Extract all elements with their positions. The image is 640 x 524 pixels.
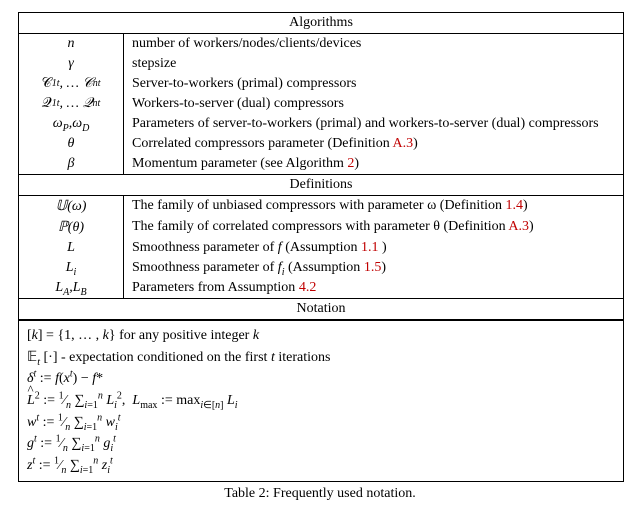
ref-link: 1.1 [361,240,379,255]
section-title: Algorithms [289,15,353,30]
ref-link: 1.5 [364,260,382,275]
symbol-cell: 𝒞1t, … 𝒞nt [19,74,124,94]
desc-cell: Smoothness parameter of f (Assumption 1.… [124,238,623,258]
symbol-cell: γ [19,54,124,74]
table-row: ωP, ωD Parameters of server-to-workers (… [19,114,623,134]
desc-cell: Parameters from Assumption 4.2 [124,278,623,298]
notation-line: L2 := 1⁄n ∑i=1n Li2, Lmax := maxi∈[n] Li [27,390,615,412]
desc-cell: The family of unbiased compressors with … [124,196,623,217]
table-row: ℙ(θ) The family of correlated compressor… [19,217,623,238]
table-row: γ stepsize [19,54,623,74]
table-caption: Table 2: Frequently used notation. [18,486,622,502]
desc-cell: Workers-to-server (dual) compressors [124,94,623,114]
desc-cell: The family of correlated compressors wit… [124,217,623,238]
desc-cell: Parameters of server-to-workers (primal)… [124,114,623,134]
symbol-cell: θ [19,134,124,154]
table-row: LA, LB Parameters from Assumption 4.2 [19,278,623,298]
table-row: 𝒬1t, … 𝒬nt Workers-to-server (dual) comp… [19,94,623,114]
table-row: β Momentum parameter (see Algorithm 2) [19,154,623,174]
section-header-notation: Notation [19,298,623,320]
table-row: 𝒞1t, … 𝒞nt Server-to-workers (primal) co… [19,74,623,94]
notation-line: [k] = {1, … , k} for any positive intege… [27,325,615,347]
table-row: θ Correlated compressors parameter (Defi… [19,134,623,154]
section-header-definitions: Definitions [19,174,623,196]
ref-link: A.3 [392,136,413,151]
desc-cell: Momentum parameter (see Algorithm 2) [124,154,623,174]
symbol-cell: 𝕌(ω) [19,196,124,217]
table-row: L Smoothness parameter of f (Assumption … [19,238,623,258]
desc-cell: stepsize [124,54,623,74]
symbol-cell: ℙ(θ) [19,217,124,238]
symbol-cell: n [19,34,124,54]
section-title: Notation [297,301,346,316]
notation-line: zt := 1⁄n ∑i=1n zit [27,455,615,477]
symbol-cell: ωP, ωD [19,114,124,134]
table-row: n number of workers/nodes/clients/device… [19,34,623,54]
ref-link: 1.4 [506,198,524,213]
table-row: 𝕌(ω) The family of unbiased compressors … [19,196,623,217]
desc-cell: Smoothness parameter of fi (Assumption 1… [124,258,623,278]
notation-line: wt := 1⁄n ∑i=1n wit [27,412,615,434]
notation-line: 𝔼t [·] - expectation conditioned on the … [27,347,615,369]
notation-table: Algorithms n number of workers/nodes/cli… [18,12,624,482]
desc-cell: Server-to-workers (primal) compressors [124,74,623,94]
symbol-cell: 𝒬1t, … 𝒬nt [19,94,124,114]
ref-link: A.3 [508,219,529,234]
section-title: Definitions [290,177,353,192]
table-row: Li Smoothness parameter of fi (Assumptio… [19,258,623,278]
notation-line: gt := 1⁄n ∑i=1n git [27,433,615,455]
symbol-cell: LA, LB [19,278,124,298]
symbol-cell: Li [19,258,124,278]
ref-link: 4.2 [299,280,317,295]
symbol-cell: L [19,238,124,258]
desc-cell: number of workers/nodes/clients/devices [124,34,623,54]
notation-block: [k] = {1, … , k} for any positive intege… [19,320,623,481]
section-header-algorithms: Algorithms [19,13,623,34]
desc-cell: Correlated compressors parameter (Defini… [124,134,623,154]
notation-line: δt := f(xt) − f* [27,368,615,390]
symbol-cell: β [19,154,124,174]
